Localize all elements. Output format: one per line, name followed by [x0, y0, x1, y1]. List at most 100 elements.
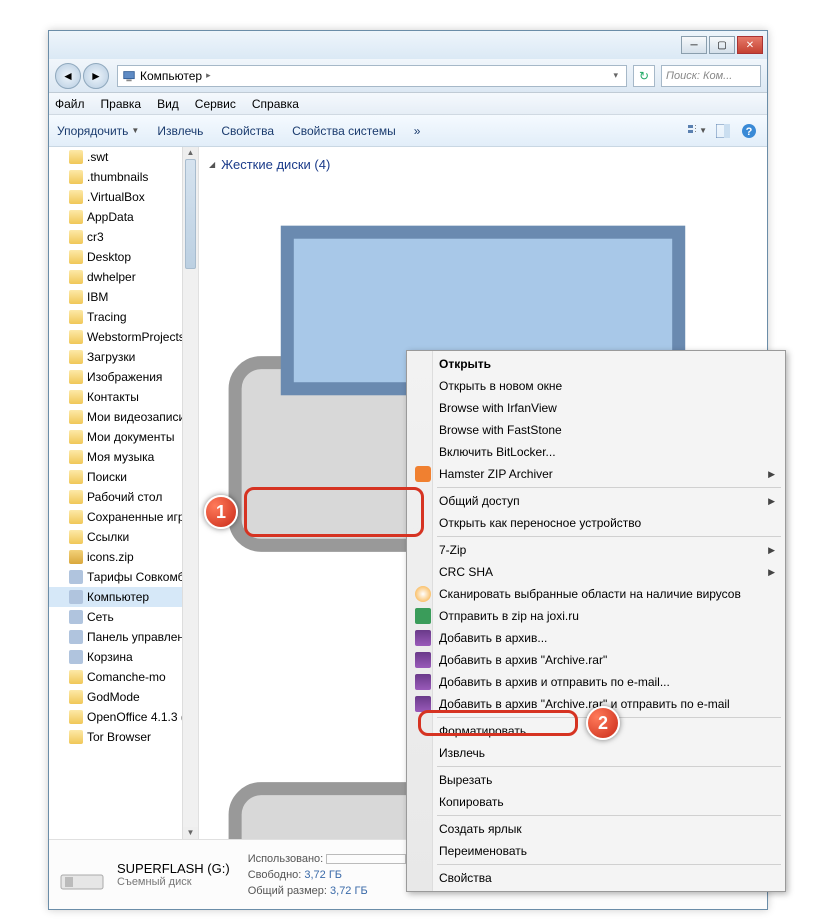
menu-view[interactable]: Вид — [157, 97, 179, 111]
sidebar-item[interactable]: Рабочий стол — [49, 487, 198, 507]
sidebar-scrollbar[interactable]: ▲ ▼ — [182, 147, 198, 839]
menu-help[interactable]: Справка — [252, 97, 299, 111]
sidebar-item-label: Моя музыка — [87, 450, 154, 464]
sidebar-item[interactable]: icons.zip — [49, 547, 198, 567]
sidebar-item[interactable]: Контакты — [49, 387, 198, 407]
sidebar-item-label: dwhelper — [87, 270, 136, 284]
sidebar-item[interactable]: Компьютер — [49, 587, 198, 607]
sidebar-item[interactable]: Мои документы — [49, 427, 198, 447]
group-hdd[interactable]: ◢Жесткие диски (4) — [199, 151, 767, 176]
sidebar-item[interactable]: cr3 — [49, 227, 198, 247]
ctx-add-email[interactable]: Добавить в архив и отправить по e-mail..… — [409, 671, 783, 693]
menu-file[interactable]: Файл — [55, 97, 85, 111]
ctx-add-rar[interactable]: Добавить в архив "Archive.rar" — [409, 649, 783, 671]
sidebar-item-label: cr3 — [87, 230, 104, 244]
sidebar-item[interactable]: GodMode — [49, 687, 198, 707]
ctx-eject[interactable]: Извлечь — [409, 742, 783, 764]
sidebar-item[interactable]: Загрузки — [49, 347, 198, 367]
sidebar-item[interactable]: Comanche-mo — [49, 667, 198, 687]
sidebar-item[interactable]: Изображения — [49, 367, 198, 387]
eject-button[interactable]: Извлечь — [157, 124, 203, 138]
sidebar: .swt.thumbnails.VirtualBoxAppData cr3 Desk… — [49, 147, 199, 839]
scroll-down-icon[interactable]: ▼ — [183, 827, 198, 839]
ctx-cut[interactable]: Вырезать — [409, 769, 783, 791]
ctx-open-new-window[interactable]: Открыть в новом окне — [409, 375, 783, 397]
ctx-hamster[interactable]: Hamster ZIP Archiver▶ — [409, 463, 783, 485]
submenu-arrow-icon: ▶ — [768, 545, 775, 556]
menu-tools[interactable]: Сервис — [195, 97, 236, 111]
sidebar-item[interactable]: Тарифы Совкомбанк — [49, 567, 198, 587]
back-button[interactable]: ◄ — [55, 63, 81, 89]
properties-button[interactable]: Свойства — [221, 124, 274, 138]
submenu-arrow-icon: ▶ — [768, 469, 775, 480]
search-input[interactable]: Поиск: Ком... — [661, 65, 761, 87]
more-button[interactable]: » — [414, 124, 421, 138]
submenu-arrow-icon: ▶ — [768, 567, 775, 578]
folder-icon — [69, 470, 83, 484]
joxi-icon — [415, 608, 431, 624]
view-mode-button[interactable]: ▼ — [687, 121, 707, 141]
chevron-down-icon[interactable]: ▾ — [613, 70, 618, 81]
folder-icon — [69, 230, 83, 244]
refresh-button[interactable]: ↻ — [633, 65, 655, 87]
sidebar-item[interactable]: dwhelper — [49, 267, 198, 287]
ctx-crc[interactable]: CRC SHA▶ — [409, 561, 783, 583]
sidebar-item[interactable]: Tracing — [49, 307, 198, 327]
ctx-rename[interactable]: Переименовать — [409, 840, 783, 862]
scroll-up-icon[interactable]: ▲ — [183, 147, 198, 159]
sidebar-item[interactable]: .thumbnails — [49, 167, 198, 187]
sidebar-item[interactable]: Поиски — [49, 467, 198, 487]
ctx-joxi[interactable]: Отправить в zip на joxi.ru — [409, 605, 783, 627]
sidebar-item-label: Загрузки — [87, 350, 135, 364]
ctx-portable[interactable]: Открыть как переносное устройство — [409, 512, 783, 534]
menu-edit[interactable]: Правка — [101, 97, 142, 111]
ctx-irfanview[interactable]: Browse with IrfanView — [409, 397, 783, 419]
sidebar-item[interactable]: Tor Browser — [49, 727, 198, 747]
sidebar-item[interactable]: Моя музыка — [49, 447, 198, 467]
sidebar-item[interactable]: Сеть — [49, 607, 198, 627]
toolbar: Упорядочить▼ Извлечь Свойства Свойства с… — [49, 115, 767, 147]
rar-icon — [415, 674, 431, 690]
ctx-shortcut[interactable]: Создать ярлык — [409, 818, 783, 840]
pane-icon — [716, 124, 730, 138]
close-button[interactable]: ✕ — [737, 36, 763, 54]
ctx-scan[interactable]: Сканировать выбранные области на наличие… — [409, 583, 783, 605]
ctx-7zip[interactable]: 7-Zip▶ — [409, 539, 783, 561]
sidebar-item[interactable]: Desktop — [49, 247, 198, 267]
maximize-button[interactable]: ▢ — [709, 36, 735, 54]
folder-icon — [69, 250, 83, 264]
breadcrumb[interactable]: Компьютер ▸ ▾ — [117, 65, 627, 87]
sidebar-item[interactable]: Корзина — [49, 647, 198, 667]
ctx-share[interactable]: Общий доступ▶ — [409, 490, 783, 512]
sidebar-item[interactable]: Сохраненные игры — [49, 507, 198, 527]
sidebar-item[interactable]: IBM — [49, 287, 198, 307]
help-button[interactable]: ? — [739, 121, 759, 141]
back-icon: ◄ — [62, 69, 74, 83]
ctx-copy[interactable]: Копировать — [409, 791, 783, 813]
ctx-bitlocker[interactable]: Включить BitLocker... — [409, 441, 783, 463]
organize-button[interactable]: Упорядочить▼ — [57, 124, 139, 138]
annotation-bubble-2: 2 — [586, 706, 620, 740]
ctx-faststone[interactable]: Browse with FastStone — [409, 419, 783, 441]
scroll-thumb[interactable] — [185, 159, 196, 269]
usb-drive-icon — [59, 857, 105, 893]
sidebar-item[interactable]: Ссылки — [49, 527, 198, 547]
forward-button[interactable]: ► — [83, 63, 109, 89]
folder-icon — [69, 150, 83, 164]
ctx-properties[interactable]: Свойства — [409, 867, 783, 889]
sidebar-item[interactable]: .swt — [49, 147, 198, 167]
gen-icon — [69, 630, 83, 644]
sidebar-item[interactable]: .VirtualBox — [49, 187, 198, 207]
sidebar-item-label: Сохраненные игры — [87, 510, 193, 524]
sidebar-item[interactable]: Панель управления — [49, 627, 198, 647]
sidebar-item[interactable]: AppData — [49, 207, 198, 227]
sidebar-item[interactable]: OpenOffice 4.1.3 (ru) In: — [49, 707, 198, 727]
chevron-right-icon: ▸ — [206, 70, 211, 81]
preview-pane-button[interactable] — [713, 121, 733, 141]
sidebar-item[interactable]: Мои видеозаписи — [49, 407, 198, 427]
ctx-open[interactable]: Открыть — [409, 353, 783, 375]
system-properties-button[interactable]: Свойства системы — [292, 124, 396, 138]
ctx-add-archive[interactable]: Добавить в архив... — [409, 627, 783, 649]
sidebar-item[interactable]: WebstormProjects — [49, 327, 198, 347]
minimize-button[interactable]: ─ — [681, 36, 707, 54]
